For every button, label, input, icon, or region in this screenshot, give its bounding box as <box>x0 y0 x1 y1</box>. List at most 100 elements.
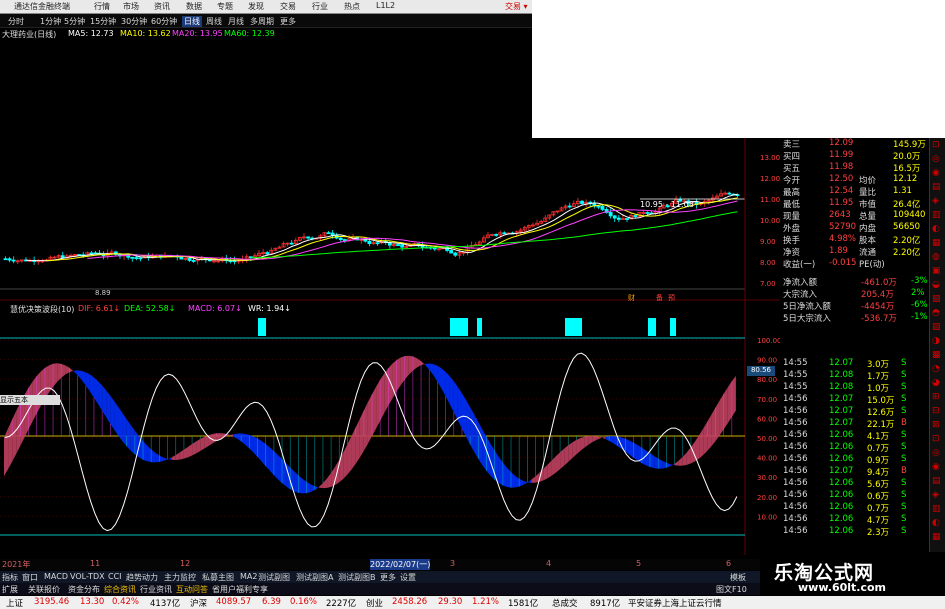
trade-side: B <box>901 466 907 476</box>
side-icon-10[interactable]: ▣ <box>932 266 941 276</box>
tab-industry-news[interactable]: 行业资讯 <box>140 584 172 595</box>
trade-time: 14:56 <box>783 478 808 488</box>
ticker-total-label[interactable]: 总成交 <box>552 597 578 609</box>
tab-f10[interactable]: 图文F10 <box>716 584 747 595</box>
flow-value: 205.4万 <box>861 290 894 300</box>
side-icon-19[interactable]: ⊞ <box>932 392 940 402</box>
tab-expand[interactable]: 扩展 <box>2 584 18 595</box>
ticker-hs-pct: 0.16% <box>290 597 318 607</box>
tab-test-a[interactable]: 测试副图A <box>296 572 333 583</box>
side-icon-9[interactable]: ◍ <box>932 252 940 262</box>
quote-label2: 市值 <box>859 200 877 210</box>
candle-body <box>338 237 343 240</box>
tab-ma2[interactable]: MA2 <box>240 572 257 581</box>
indicator-band <box>408 355 413 375</box>
tab-news2[interactable]: 综合资讯 <box>104 584 136 595</box>
tab-related[interactable]: 关联报价 <box>28 584 60 595</box>
tab-cci[interactable]: CCI <box>108 572 122 581</box>
side-icon-22[interactable]: ⊡ <box>932 434 940 444</box>
tab-mainforce[interactable]: 主力监控 <box>164 572 196 583</box>
tab-settings[interactable]: 设置 <box>400 572 416 583</box>
tab-qa[interactable]: 互动问答 <box>176 584 208 595</box>
side-icon-3[interactable]: ◉ <box>932 168 940 178</box>
tab-test[interactable]: 测试副图 <box>258 572 290 583</box>
indicator-band <box>204 435 209 449</box>
trade-price: 12.06 <box>829 454 854 464</box>
quote-row: 净资 1.89 流通 2.20亿 <box>781 246 945 258</box>
tab-private[interactable]: 私募主图 <box>202 572 234 583</box>
side-icon-28[interactable]: ◐ <box>932 518 940 528</box>
price-tick-label: 8.00 <box>760 259 776 267</box>
tab-more2[interactable]: 更多 <box>380 572 396 583</box>
quote-row: 今开 12.50 均价 12.12 <box>781 174 945 186</box>
side-icon-23[interactable]: ◎ <box>932 448 940 458</box>
quote-value: -0.015 <box>829 258 857 268</box>
side-icon-20[interactable]: ⊟ <box>932 406 940 416</box>
trade-volume: 0.7万 <box>867 444 890 454</box>
price-tick-label: 11.00 <box>760 196 780 204</box>
quote-label2: 内盘 <box>859 224 877 234</box>
indicator-band <box>122 413 127 447</box>
side-icon-24[interactable]: ◉ <box>932 462 940 472</box>
tab-vol[interactable]: VOL-TDX <box>70 572 105 581</box>
quote-row: 外盘 52790 内盘 56650 <box>781 222 945 234</box>
side-icon-5[interactable]: ◈ <box>932 196 939 206</box>
quote-label: 最高 <box>783 188 801 198</box>
side-icon-4[interactable]: ▤ <box>932 182 941 192</box>
side-icon-17[interactable]: ◔ <box>932 364 940 374</box>
side-toolbar: ⊡ ◎ ◉ ▤ ◈ ▥ ◐ ▦ ◍ ▣ ◒ ▧ ◓ ▨ ◑ ▩ ◔ ◕ ⊞ ⊟ … <box>929 138 945 552</box>
side-icon-16[interactable]: ▩ <box>932 350 941 360</box>
tab-macd[interactable]: MACD <box>44 572 68 581</box>
tab-indicator[interactable]: 指标 <box>2 572 18 583</box>
flow-pct: -1% <box>911 312 928 322</box>
indicator-tick-label: 60.00 <box>757 415 777 423</box>
side-icon-1[interactable]: ⊡ <box>932 140 940 150</box>
ticker-cy-label[interactable]: 创业 <box>366 597 383 609</box>
indicator-band <box>498 456 503 486</box>
side-icon-21[interactable]: ⊠ <box>932 420 940 430</box>
tab-test-b[interactable]: 测试副图B <box>338 572 376 583</box>
ticker-sh-label[interactable]: 上证 <box>6 597 23 609</box>
candle-body <box>449 250 454 254</box>
quote-value: 11.95 <box>829 198 854 208</box>
side-icon-25[interactable]: ▤ <box>932 476 941 486</box>
side-icon-13[interactable]: ◓ <box>932 308 940 318</box>
tab-welfare[interactable]: 省用户福利专享 <box>212 584 268 595</box>
candle-body <box>367 240 372 245</box>
indicator-band <box>232 433 238 439</box>
side-icon-27[interactable]: ▥ <box>932 504 941 514</box>
indicator-band <box>441 368 446 397</box>
side-icon-2[interactable]: ◎ <box>932 154 940 164</box>
side-icon-26[interactable]: ◈ <box>932 490 939 500</box>
indicator-band <box>629 440 634 458</box>
side-icon-15[interactable]: ◑ <box>932 336 940 346</box>
side-icon-11[interactable]: ◒ <box>932 280 940 290</box>
tab-template[interactable]: 模板 <box>730 572 746 583</box>
quote-value: 52790 <box>829 222 857 232</box>
side-icon-29[interactable]: ▦ <box>932 532 941 542</box>
tab-window[interactable]: 窗口 <box>22 572 38 583</box>
tab-trend[interactable]: 趋势动力 <box>126 572 158 583</box>
quote-label: 现量 <box>783 212 801 222</box>
indicator-band <box>686 447 691 465</box>
marker-yu: 预 <box>668 293 675 302</box>
indicator-tick-label: 20.00 <box>757 494 777 502</box>
side-icon-7[interactable]: ◐ <box>932 224 940 234</box>
candle-body <box>502 232 507 235</box>
side-icon-8[interactable]: ▦ <box>932 238 941 248</box>
ma10-line <box>46 197 738 262</box>
indicator-band <box>380 373 385 421</box>
side-icon-12[interactable]: ▧ <box>932 294 941 304</box>
side-icon-6[interactable]: ▥ <box>932 210 941 220</box>
ticker-hs-label[interactable]: 沪深 <box>190 597 207 609</box>
indicator-band <box>490 443 495 480</box>
side-icon-18[interactable]: ◕ <box>932 378 940 388</box>
quote-label: 收益(一) <box>783 260 816 270</box>
quote-row: 卖三 12.09 145.9万 <box>781 138 945 150</box>
indicator-band <box>551 456 556 476</box>
date-5: 5 <box>636 559 642 568</box>
side-icon-14[interactable]: ▨ <box>932 322 941 332</box>
tab-funds[interactable]: 资金分布 <box>68 584 100 595</box>
candle-body <box>608 212 613 217</box>
quote-row: 最低 11.95 市值 26.4亿 <box>781 198 945 210</box>
